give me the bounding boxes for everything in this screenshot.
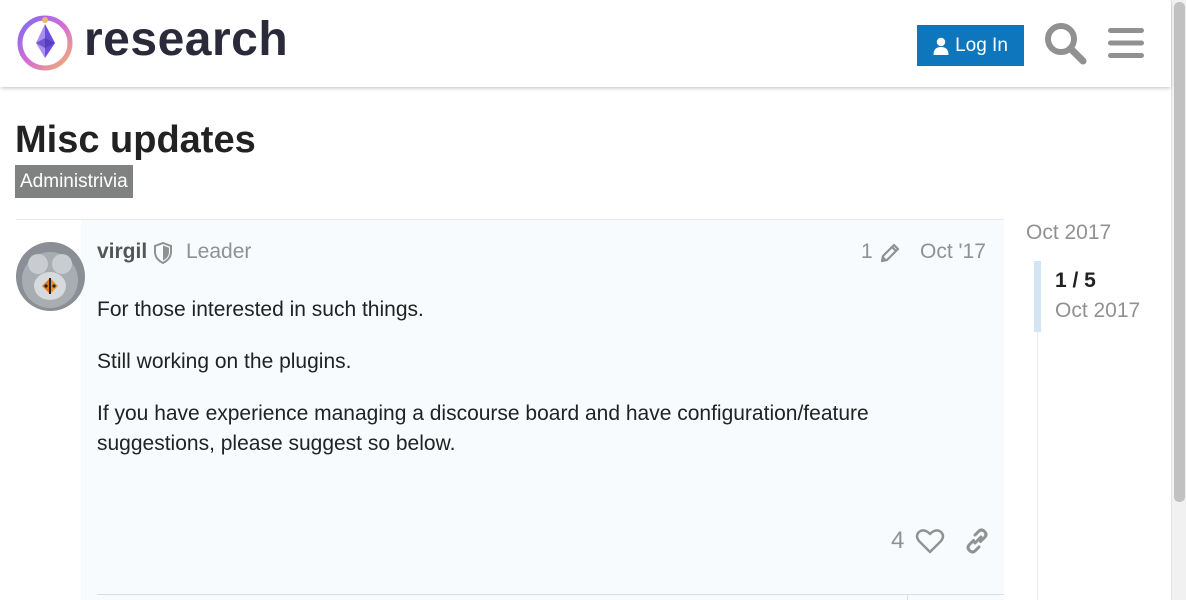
post-paragraph: Still working on the plugins. [97,350,352,373]
timeline-counter[interactable]: 1 / 5 [1055,269,1096,293]
shield-icon [154,242,172,264]
timeline-start-date[interactable]: Oct 2017 [1026,221,1111,245]
logo-icon[interactable] [16,14,74,72]
topic-title[interactable]: Misc updates [15,119,256,162]
next-post-separator [907,594,908,600]
like-count[interactable]: 4 [891,527,904,555]
login-button-label: Log In [955,34,1008,56]
user-icon [933,37,949,55]
user-title: Leader [186,240,252,263]
heart-icon[interactable] [915,527,945,555]
post-date[interactable]: Oct '17 [920,240,986,264]
scrollbar-thumb[interactable] [1174,2,1185,502]
post-paragraph: If you have experience managing a discou… [97,402,869,455]
page-scrollbar[interactable] [1171,0,1186,600]
menu-icon[interactable] [1107,26,1145,60]
edit-count[interactable]: 1 [861,240,873,264]
timeline-current-date: Oct 2017 [1055,299,1141,322]
site-header: research Log In [0,0,1171,87]
post-username[interactable]: virgil [97,240,147,264]
login-button[interactable]: Log In [917,25,1024,66]
timeline-handle[interactable] [1034,261,1041,332]
post-paragraph: For those interested in such things. [97,298,424,321]
site-logo-text[interactable]: research [84,12,288,67]
avatar[interactable] [16,242,85,311]
category-badge[interactable]: Administrivia [15,165,133,198]
search-icon[interactable] [1043,21,1087,65]
next-post-border [97,594,1004,600]
link-icon[interactable] [963,527,991,555]
pencil-icon[interactable] [878,241,902,265]
